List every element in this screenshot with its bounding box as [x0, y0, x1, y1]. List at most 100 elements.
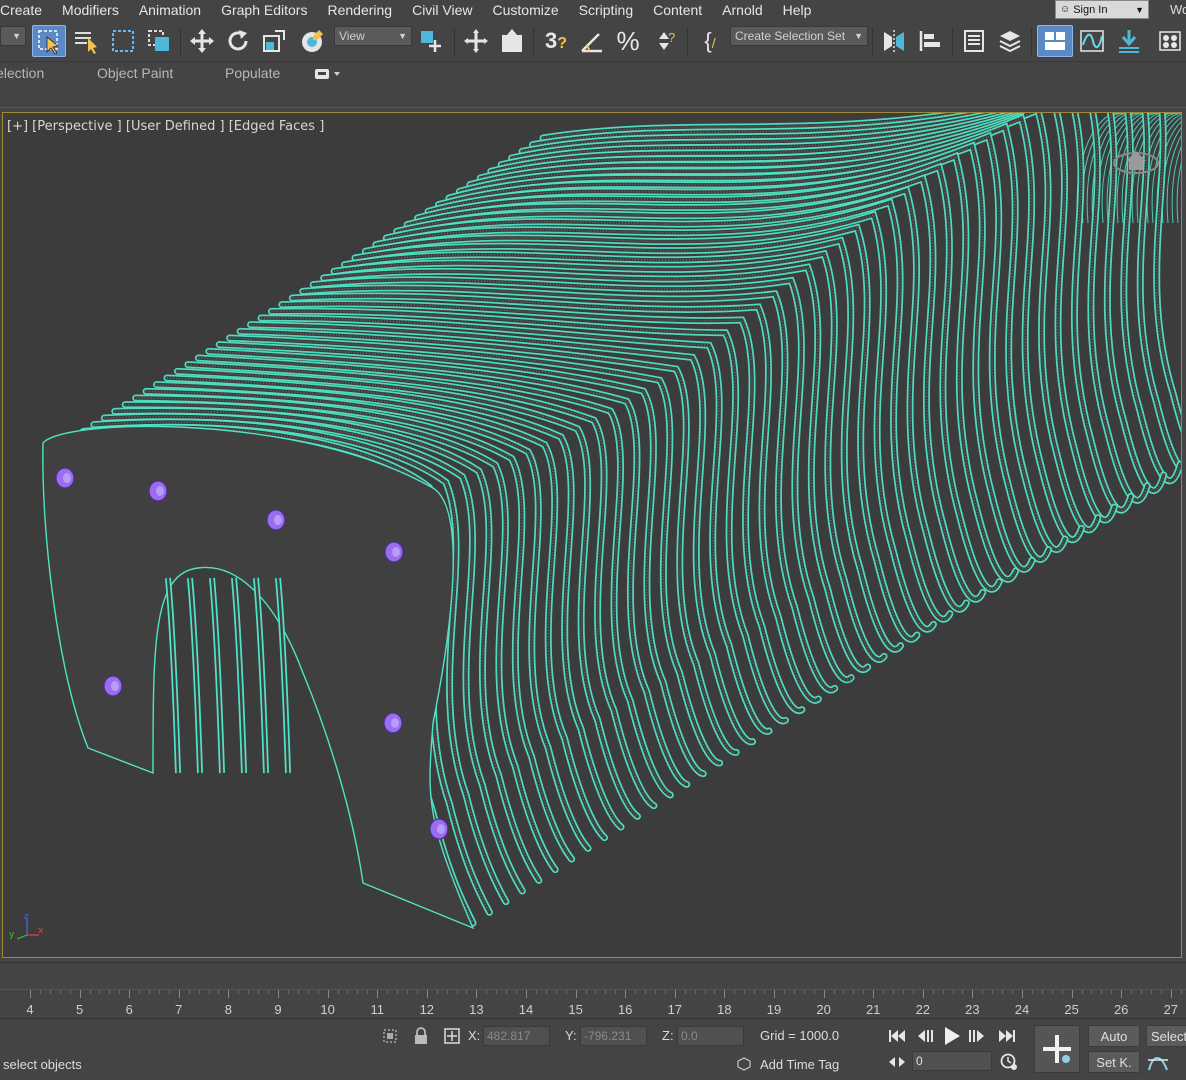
timeline-frame-label: 7 — [175, 1002, 183, 1017]
isolate-selection-icon — [383, 1029, 397, 1043]
timeline-minor-tick — [1111, 990, 1113, 994]
isolate-selection-button[interactable] — [380, 1026, 400, 1046]
bolt-center — [63, 473, 71, 483]
play-button[interactable] — [940, 1025, 964, 1047]
viewport-label-menu[interactable]: [+] [Perspective ] [User Defined ] [Edge… — [7, 119, 324, 134]
select-by-name-button[interactable] — [70, 25, 104, 57]
scale-button[interactable] — [258, 25, 290, 57]
add-time-tag-button[interactable] — [736, 1055, 752, 1073]
timeline-minor-tick — [595, 990, 597, 994]
material-editor-button[interactable] — [1152, 25, 1186, 57]
align-button[interactable] — [914, 25, 946, 57]
svg-text:x: x — [38, 926, 44, 936]
toggle-ribbon-button[interactable] — [1037, 25, 1073, 57]
scene-explorer-icon — [964, 30, 984, 52]
viewcube-home-icon[interactable] — [1111, 139, 1161, 179]
set-key-button[interactable]: Set K. — [1088, 1051, 1140, 1073]
timeline-minor-tick — [416, 990, 418, 994]
y-coordinate-field[interactable]: -796.231 — [580, 1026, 647, 1046]
menu-customize[interactable]: Customize — [483, 0, 569, 20]
edit-named-selection-button[interactable]: {/ — [694, 25, 726, 57]
timeline-minor-tick — [803, 990, 805, 994]
menu-create[interactable]: Create — [0, 0, 52, 20]
perspective-viewport[interactable]: [+] [Perspective ] [User Defined ] [Edge… — [2, 112, 1182, 958]
timeline-minor-tick — [516, 990, 518, 994]
create-selection-set-dropdown[interactable]: Create Selection Set ▼ — [730, 26, 868, 46]
schematic-view-button[interactable] — [1112, 25, 1146, 57]
timeline-frame-label: 19 — [766, 1002, 782, 1017]
key-mode-toggle[interactable] — [886, 1053, 908, 1071]
add-time-tag-label[interactable]: Add Time Tag — [760, 1057, 839, 1072]
menu-modifiers[interactable]: Modifiers — [52, 0, 129, 20]
absolute-mode-toggle[interactable] — [442, 1026, 462, 1046]
workspace-label[interactable]: Wo — [1170, 2, 1186, 17]
angle-snap-button[interactable] — [576, 25, 608, 57]
z-coordinate-field[interactable]: 0.0 — [677, 1026, 744, 1046]
x-coordinate-field[interactable]: 482.817 — [483, 1026, 550, 1046]
toolbar-separator — [454, 28, 455, 56]
selection-filter-dropdown[interactable]: ▼ — [0, 26, 26, 46]
place-button[interactable] — [296, 25, 328, 57]
menu-civil-view[interactable]: Civil View — [402, 0, 482, 20]
spinner-snap-button[interactable]: ? — [648, 25, 680, 57]
selection-lock-toggle[interactable] — [412, 1026, 430, 1046]
bench-wireframe-model[interactable] — [3, 113, 1182, 958]
keyboard-shortcut-override-button[interactable] — [496, 25, 528, 57]
auto-key-button[interactable]: Auto — [1088, 1025, 1140, 1047]
next-frame-button[interactable] — [966, 1027, 988, 1045]
sign-in-dropdown[interactable]: ☺ Sign In ▼ — [1055, 0, 1149, 19]
percent-snap-button[interactable]: % — [612, 25, 644, 57]
mirror-button[interactable] — [878, 25, 910, 57]
select-manipulate-button[interactable] — [460, 25, 492, 57]
tab-object-paint[interactable]: Object Paint — [97, 65, 173, 81]
reference-coordinate-dropdown[interactable]: View ▼ — [334, 26, 412, 46]
timeline-minor-tick — [585, 990, 587, 994]
timeline-minor-tick — [109, 990, 111, 994]
time-configuration-button[interactable] — [998, 1052, 1020, 1072]
menu-animation[interactable]: Animation — [129, 0, 211, 20]
timeline-ruler[interactable]: 4 5 6 7 8 9 10 11 12 13 14 15 16 17 18 19 20 21 22 23 24 25 26… — [0, 989, 1186, 1019]
timeline-minor-tick — [218, 990, 220, 994]
menu-rendering[interactable]: Rendering — [317, 0, 402, 20]
timeline-frame-label: 26 — [1113, 1002, 1129, 1017]
timeline-frame-label: 14 — [518, 1002, 534, 1017]
snaps-toggle-button[interactable]: 3? — [540, 25, 572, 57]
timeline-minor-tick — [813, 990, 815, 994]
sign-in-label: Sign In — [1073, 3, 1108, 16]
snap-3d-icon: 3? — [544, 28, 568, 53]
go-to-start-button[interactable] — [886, 1027, 908, 1045]
ribbon-options-button[interactable] — [314, 67, 344, 81]
window-crossing-button[interactable] — [143, 25, 175, 57]
menu-graph-editors[interactable]: Graph Editors — [211, 0, 317, 20]
menu-scripting[interactable]: Scripting — [569, 0, 643, 20]
tab-populate[interactable]: Populate — [225, 65, 280, 81]
timeline-frame-label: 15 — [568, 1002, 583, 1017]
move-button[interactable] — [186, 25, 218, 57]
previous-frame-button[interactable] — [914, 1027, 936, 1045]
curve-editor-button[interactable] — [1076, 25, 1108, 57]
timeline-minor-tick — [1141, 990, 1143, 994]
toggle-layer-explorer-button[interactable] — [994, 25, 1026, 57]
pivot-center-button[interactable] — [416, 25, 450, 57]
pivot-center-icon — [421, 31, 441, 52]
menu-content[interactable]: Content — [643, 0, 712, 20]
bolt-center — [274, 515, 282, 525]
set-key-big-button[interactable] — [1034, 1025, 1080, 1073]
key-filters-selected-dropdown[interactable]: Selecte — [1146, 1025, 1186, 1047]
tab-selection[interactable]: election — [0, 65, 44, 81]
menu-help[interactable]: Help — [773, 0, 822, 20]
toggle-scene-explorer-button[interactable] — [958, 25, 990, 57]
timeline-minor-tick — [754, 990, 756, 994]
rotate-button[interactable] — [222, 25, 254, 57]
material-editor-icon — [1159, 31, 1181, 51]
go-to-end-button[interactable] — [996, 1027, 1018, 1045]
timeline-minor-tick — [1150, 990, 1152, 994]
select-object-button[interactable] — [32, 25, 66, 57]
current-frame-spinner[interactable]: 0 — [912, 1051, 992, 1071]
menu-arnold[interactable]: Arnold — [712, 0, 772, 20]
track-bar[interactable]: 4 5 6 7 8 9 10 11 12 13 14 15 16 17 18 19 20 21 22 23 24 25 26… — [0, 962, 1186, 1018]
timeline-tick — [1121, 990, 1123, 998]
key-tangent-button[interactable] — [1146, 1051, 1170, 1073]
rectangular-selection-button[interactable] — [107, 25, 139, 57]
timeline-minor-tick — [764, 990, 766, 994]
